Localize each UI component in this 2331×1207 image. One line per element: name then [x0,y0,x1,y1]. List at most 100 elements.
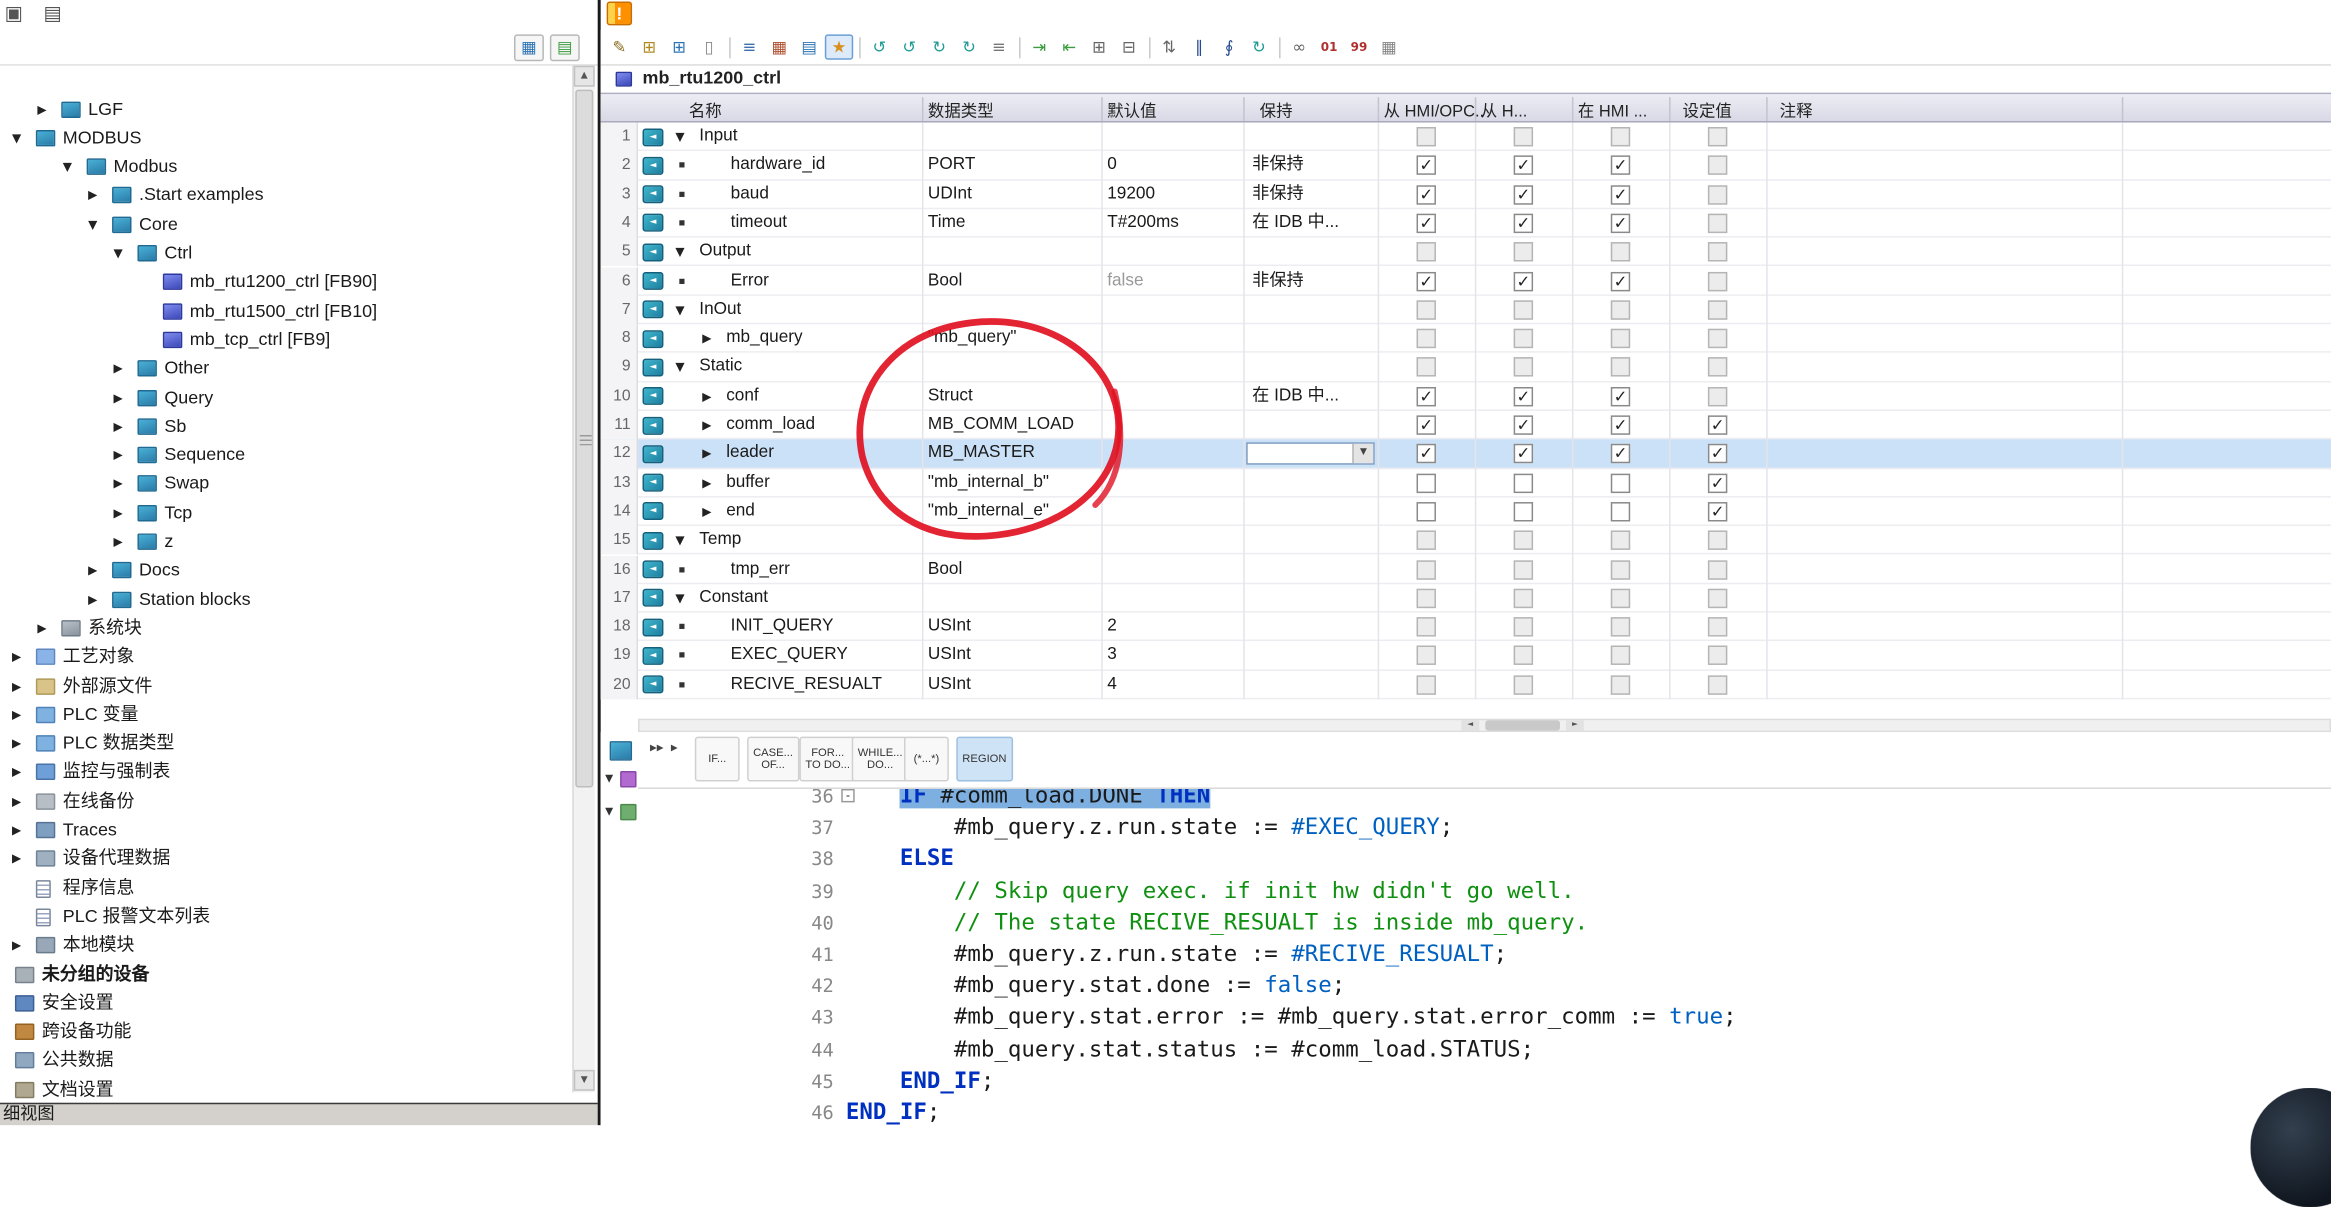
horizontal-scrollbar[interactable]: ◄ ► [638,719,2331,732]
tree-item[interactable]: ▶设备代理数据 [0,845,572,874]
column-header[interactable]: 默认值 [1107,99,1156,123]
tree-item[interactable]: ▶LGF [0,95,572,124]
symbolic-operands-icon[interactable] [620,804,636,820]
export-table-icon[interactable]: ▤ [795,34,823,59]
chevron-right-icon[interactable]: ▶ [12,643,21,672]
code-line[interactable]: 40 // The state RECIVE_RESUALT is inside… [638,907,2331,939]
code-line[interactable]: 45 END_IF; [638,1065,2331,1097]
accessibility-checkbox[interactable] [1708,387,1727,406]
column-header[interactable]: 名称 [689,99,722,123]
insert-row-icon[interactable]: ⊞ [635,34,663,59]
copy-snapshot-icon[interactable]: ↻ [955,34,983,59]
accessibility-checkbox[interactable] [1417,560,1436,579]
accessibility-checkbox[interactable] [1611,358,1630,377]
snippet-while-button[interactable]: WHILE... DO... [852,737,909,782]
data-type-cell[interactable]: MB_MASTER [928,440,1098,467]
chevron-right-icon[interactable]: ▶ [114,470,123,499]
default-value-cell[interactable]: T#200ms [1107,209,1244,236]
accessibility-checkbox[interactable] [1611,588,1630,607]
tree-item[interactable]: ▶工艺对象 [0,643,572,672]
chevron-right-icon[interactable]: ▶ [37,614,46,643]
accessibility-checkbox[interactable] [1417,300,1436,319]
default-value-cell[interactable]: 3 [1107,642,1244,669]
tree-item[interactable]: 未分组的设备 [0,960,572,989]
code-line[interactable]: 43 #mb_query.stat.error := #mb_query.sta… [638,1002,2331,1034]
chevron-right-icon[interactable]: ▶ [12,672,21,701]
table-row[interactable]: 11◄▶comm_loadMB_COMM_LOAD✓✓✓✓ [601,411,2331,440]
accessibility-checkbox[interactable] [1708,271,1727,290]
absolute-operands-icon[interactable] [620,771,636,787]
accessibility-checkbox[interactable] [1611,502,1630,521]
accessibility-checkbox[interactable] [1708,588,1727,607]
chevron-right-icon[interactable]: ▶ [37,95,46,124]
hscrollbar-thumb[interactable] [1485,720,1560,730]
accessibility-checkbox[interactable] [1514,242,1533,261]
chevron-right-icon[interactable]: ▶ [702,324,711,353]
snippet-if-button[interactable]: IF... [695,737,740,782]
data-type-cell[interactable]: PORT [928,151,1098,178]
chevron-right-icon[interactable]: ▶ [12,758,21,787]
table-row[interactable]: 19◄▪EXEC_QUERYUSInt3 [601,642,2331,671]
save-layout-icon[interactable]: ▦ [1375,34,1403,59]
retain-cell[interactable]: 在 IDB 中... [1252,382,1378,409]
snippet-case-button[interactable]: CASE... OF... [747,737,799,782]
tree-item[interactable]: 安全设置 [0,989,572,1018]
retain-cell[interactable]: 在 IDB 中... [1252,209,1378,236]
accessibility-checkbox[interactable] [1708,127,1727,146]
menu-icon[interactable]: ▤ [43,3,61,25]
snippet-region-button[interactable]: REGION [956,737,1012,782]
tree-item[interactable]: ▶Sequence [0,441,572,470]
add-row-icon[interactable]: ⊞ [665,34,693,59]
retain-combobox[interactable]: ▼ [1246,443,1375,465]
chevron-right-icon[interactable]: ▶ [88,556,97,585]
tree-item[interactable]: ▶Swap [0,470,572,499]
accessibility-checkbox[interactable]: ✓ [1611,271,1630,290]
accessibility-checkbox[interactable] [1611,675,1630,694]
table-row[interactable]: 1◄▼Input [601,123,2331,152]
tree-item[interactable]: mb_tcp_ctrl [FB9] [0,326,572,355]
import-table-icon[interactable]: ▦ [765,34,793,59]
chevron-right-icon[interactable]: ▶ [88,585,97,614]
accessibility-checkbox[interactable]: ✓ [1514,271,1533,290]
accessibility-checkbox[interactable] [1417,675,1436,694]
retain-cell[interactable]: 非保持 [1252,151,1378,178]
accessibility-checkbox[interactable] [1708,358,1727,377]
accessibility-checkbox[interactable] [1514,646,1533,665]
tree-item[interactable]: ▶系统块 [0,614,572,643]
snippet-for-button[interactable]: FOR... TO DO... [799,737,856,782]
tree-item[interactable]: ▶Query [0,383,572,412]
accessibility-checkbox[interactable] [1417,473,1436,492]
maximize-view-icon[interactable]: ▦ [514,34,544,61]
code-line[interactable]: 44 #mb_query.stat.status := #comm_load.S… [638,1033,2331,1065]
chevron-right-icon[interactable]: ▶ [114,499,123,528]
accessibility-checkbox[interactable] [1417,646,1436,665]
accessibility-checkbox[interactable]: ✓ [1611,444,1630,463]
tree-item[interactable]: ▶PLC 变量 [0,700,572,729]
scroll-up-icon[interactable]: ▲ [574,66,595,87]
accessibility-checkbox[interactable] [1417,242,1436,261]
accessibility-checkbox[interactable] [1708,646,1727,665]
accessibility-checkbox[interactable]: ✓ [1514,415,1533,434]
accessibility-checkbox[interactable] [1708,329,1727,348]
tree-item[interactable]: 文档设置 [0,1075,572,1102]
code-line[interactable]: 46 END_IF; [638,1097,2331,1125]
accessibility-checkbox[interactable]: ✓ [1611,156,1630,175]
accessibility-checkbox[interactable] [1514,127,1533,146]
accessibility-checkbox[interactable] [1611,242,1630,261]
data-type-cell[interactable]: Bool [928,267,1098,294]
code-line[interactable]: 41 #mb_query.z.run.state := #RECIVE_RESU… [638,938,2331,970]
snapshot-icon[interactable]: ↺ [865,34,893,59]
tree-item[interactable]: ▼MODBUS [0,124,572,153]
chevron-right-icon[interactable]: ▶ [702,411,711,440]
tree-item[interactable]: ▶Station blocks [0,585,572,614]
copy-snapshots-to-start-icon[interactable]: ⇥ [1025,34,1053,59]
code-line[interactable]: 36- IF #comm_load.DONE THEN [638,789,2331,812]
accessibility-checkbox[interactable]: ✓ [1417,387,1436,406]
accessibility-checkbox[interactable] [1611,531,1630,550]
tree-item[interactable]: ▼Core [0,210,572,239]
binary-display-icon[interactable]: 01 [1315,34,1343,59]
chevron-right-icon[interactable]: ▶ [114,354,123,383]
chevron-right-icon[interactable]: ▶ [114,412,123,441]
chevron-down-icon[interactable]: ▼ [675,238,684,267]
accessibility-checkbox[interactable] [1514,358,1533,377]
